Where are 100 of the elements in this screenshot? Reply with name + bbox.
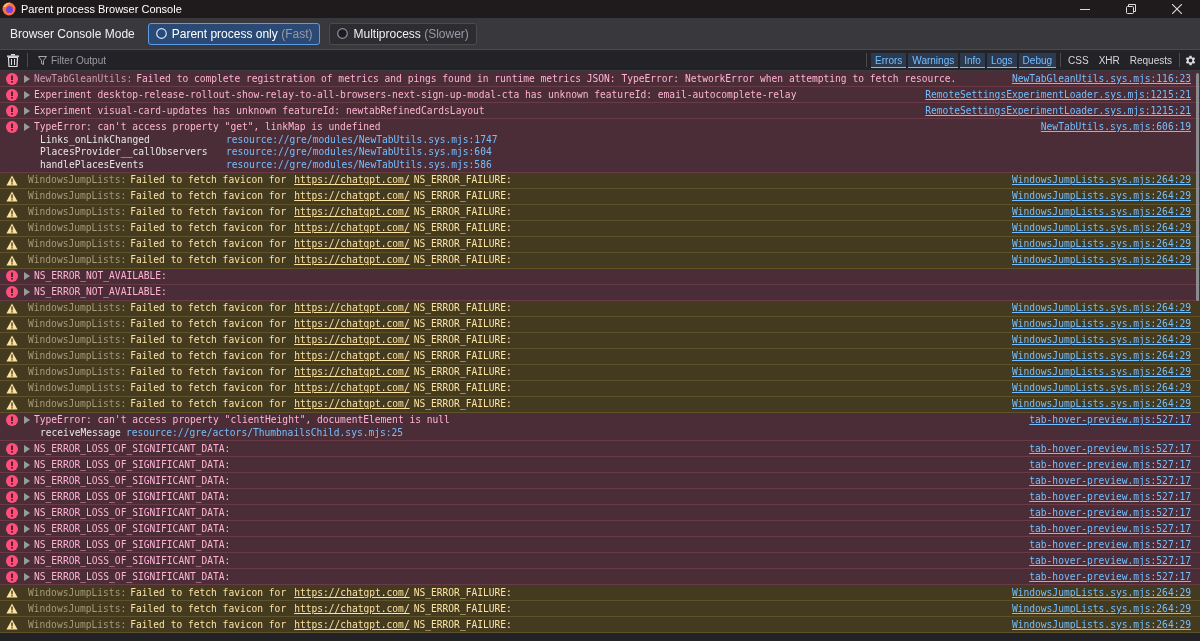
source-link[interactable]: WindowsJumpLists.sys.mjs:264:29	[1011, 365, 1191, 379]
error-icon	[6, 458, 18, 471]
message-link[interactable]: https://chatgpt.com/	[294, 333, 410, 347]
source-link[interactable]: RemoteSettingsExperimentLoader.sys.mjs:1215:21	[925, 87, 1191, 102]
message-text: NS_ERROR_NOT_AVAILABLE:	[34, 269, 167, 283]
source-link[interactable]: WindowsJumpLists.sys.mjs:264:29	[1011, 253, 1191, 267]
message-link[interactable]: https://chatgpt.com/	[294, 173, 410, 187]
message-text: Failed to fetch favicon for	[130, 301, 287, 315]
source-link[interactable]: WindowsJumpLists.sys.mjs:264:29	[1011, 221, 1191, 235]
mode-radio-button[interactable]: Parent process only (Fast)	[147, 22, 321, 45]
scrollbar-thumb[interactable]	[1196, 73, 1199, 301]
level-filter-button[interactable]: Debug	[1018, 52, 1057, 68]
message-text: Failed to fetch favicon for	[130, 237, 287, 251]
error-icon	[6, 474, 18, 487]
message-text: TypeError: can't access property "clientHeight", documentElement is null	[34, 413, 450, 427]
radio-icon	[337, 28, 349, 39]
message-text: NS_ERROR_FAILURE:	[413, 617, 512, 632]
source-link[interactable]: NewTabGleanUtils.sys.mjs:116:23	[1011, 71, 1191, 86]
message-source-prefix: WindowsJumpLists:	[28, 381, 127, 395]
source-link[interactable]: NewTabUtils.sys.mjs:606:19	[1040, 119, 1191, 134]
message-link[interactable]: https://chatgpt.com/	[294, 601, 410, 616]
message-link[interactable]: https://chatgpt.com/	[294, 301, 410, 315]
message-link[interactable]: https://chatgpt.com/	[294, 381, 410, 395]
source-link[interactable]: WindowsJumpLists.sys.mjs:264:29	[1011, 237, 1191, 251]
source-link[interactable]: WindowsJumpLists.sys.mjs:264:29	[1011, 617, 1191, 632]
source-link[interactable]: WindowsJumpLists.sys.mjs:264:29	[1011, 317, 1191, 331]
message-text: NS_ERROR_FAILURE:	[413, 237, 512, 251]
message-link[interactable]: https://chatgpt.com/	[294, 253, 410, 267]
type-filter-button[interactable]: CSS	[1065, 52, 1092, 68]
message-source-prefix: WindowsJumpLists:	[28, 601, 127, 616]
source-link[interactable]: tab-hover-preview.mjs:527:17	[1029, 441, 1191, 456]
stack-location[interactable]: resource://gre/modules/NewTabUtils.sys.mjs:586	[226, 157, 492, 171]
browser-logo-icon	[2, 2, 16, 16]
message-source-prefix: WindowsJumpLists:	[28, 173, 127, 187]
message-text: Failed to fetch favicon for	[130, 221, 287, 235]
source-link[interactable]: WindowsJumpLists.sys.mjs:264:29	[1011, 601, 1191, 616]
type-filter-button[interactable]: Requests	[1126, 52, 1175, 68]
settings-icon[interactable]	[1184, 53, 1197, 67]
level-filter-button[interactable]: Warnings	[908, 52, 959, 68]
source-link[interactable]: WindowsJumpLists.sys.mjs:264:29	[1011, 585, 1191, 600]
source-link[interactable]: tab-hover-preview.mjs:527:17	[1029, 569, 1191, 584]
message-text: NS_ERROR_LOSS_OF_SIGNIFICANT_DATA:	[34, 505, 231, 520]
level-filter-button[interactable]: Logs	[986, 52, 1017, 68]
restore-icon	[1126, 4, 1136, 14]
expand-arrow-icon[interactable]	[24, 416, 30, 424]
message-link[interactable]: https://chatgpt.com/	[294, 189, 410, 203]
error-icon	[6, 104, 18, 117]
message-text: NS_ERROR_FAILURE:	[413, 397, 512, 411]
source-link[interactable]: tab-hover-preview.mjs:527:17	[1029, 413, 1191, 427]
source-link[interactable]: WindowsJumpLists.sys.mjs:264:29	[1011, 301, 1191, 315]
message-source-prefix: NewTabGleanUtils:	[34, 71, 133, 86]
message-link[interactable]: https://chatgpt.com/	[294, 617, 410, 632]
source-link[interactable]: WindowsJumpLists.sys.mjs:264:29	[1011, 333, 1191, 347]
message-link[interactable]: https://chatgpt.com/	[294, 365, 410, 379]
stack-location[interactable]: resource://gre/modules/NewTabUtils.sys.mjs:604	[226, 145, 492, 159]
message-text: NS_ERROR_FAILURE:	[413, 205, 512, 219]
message-link[interactable]: https://chatgpt.com/	[294, 205, 410, 219]
message-text: Failed to fetch favicon for	[130, 173, 287, 187]
level-filter-button[interactable]: Errors	[871, 52, 907, 68]
source-link[interactable]: WindowsJumpLists.sys.mjs:264:29	[1011, 397, 1191, 411]
error-icon	[6, 554, 18, 567]
source-link[interactable]: WindowsJumpLists.sys.mjs:264:29	[1011, 205, 1191, 219]
message-text: NS_ERROR_FAILURE:	[413, 221, 512, 235]
source-link[interactable]: tab-hover-preview.mjs:527:17	[1029, 505, 1191, 520]
source-link[interactable]: tab-hover-preview.mjs:527:17	[1029, 457, 1191, 472]
stack-location[interactable]: resource://gre/actors/ThumbnailsChild.sys.mjs:25	[125, 426, 404, 440]
mode-radio-button[interactable]: Multiprocess (Slower)	[329, 22, 477, 45]
error-icon	[6, 270, 18, 282]
message-link[interactable]: https://chatgpt.com/	[294, 585, 410, 600]
stack-location[interactable]: resource://gre/modules/NewTabUtils.sys.mjs:1747	[226, 132, 498, 146]
message-text: Failed to fetch favicon for	[130, 397, 287, 411]
source-link[interactable]: WindowsJumpLists.sys.mjs:264:29	[1011, 349, 1191, 363]
filter-field[interactable]: Filter Output	[51, 52, 351, 68]
message-link[interactable]: https://chatgpt.com/	[294, 349, 410, 363]
message-text: NS_ERROR_FAILURE:	[413, 333, 512, 347]
message-source-prefix: WindowsJumpLists:	[28, 317, 127, 331]
message-link[interactable]: https://chatgpt.com/	[294, 317, 410, 331]
level-filter-button[interactable]: Info	[960, 52, 985, 68]
source-link[interactable]: tab-hover-preview.mjs:527:17	[1029, 553, 1191, 568]
error-icon	[6, 538, 18, 551]
message-text: Failed to fetch favicon for	[130, 365, 287, 379]
message-link[interactable]: https://chatgpt.com/	[294, 221, 410, 235]
type-filter-button[interactable]: XHR	[1095, 52, 1123, 68]
source-link[interactable]: tab-hover-preview.mjs:527:17	[1029, 489, 1191, 504]
message-source-prefix: WindowsJumpLists:	[28, 333, 127, 347]
source-link[interactable]: tab-hover-preview.mjs:527:17	[1029, 521, 1191, 536]
error-icon	[6, 570, 18, 583]
source-link[interactable]: tab-hover-preview.mjs:527:17	[1029, 537, 1191, 552]
source-link[interactable]: tab-hover-preview.mjs:527:17	[1029, 473, 1191, 488]
source-link[interactable]: WindowsJumpLists.sys.mjs:264:29	[1011, 173, 1191, 187]
trash-icon[interactable]	[7, 53, 19, 67]
message-link[interactable]: https://chatgpt.com/	[294, 397, 410, 411]
message-text: NS_ERROR_FAILURE:	[413, 365, 512, 379]
source-link[interactable]: WindowsJumpLists.sys.mjs:264:29	[1011, 189, 1191, 203]
stack-function: handlePlacesEvents	[40, 158, 145, 171]
message-link[interactable]: https://chatgpt.com/	[294, 237, 410, 251]
message-text: NS_ERROR_NOT_AVAILABLE:	[34, 285, 167, 299]
error-icon	[6, 88, 18, 101]
source-link[interactable]: WindowsJumpLists.sys.mjs:264:29	[1011, 381, 1191, 395]
source-link[interactable]: RemoteSettingsExperimentLoader.sys.mjs:1215:21	[925, 103, 1191, 118]
